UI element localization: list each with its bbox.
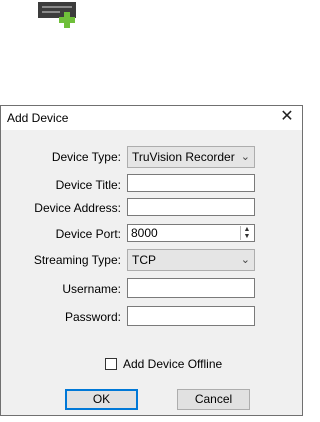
password-label: Password: bbox=[64, 310, 121, 324]
device-type-value: TruVision Recorder bbox=[132, 150, 235, 164]
close-icon[interactable]: ✕ bbox=[272, 106, 302, 130]
port-spinner-icon[interactable]: ▲ ▼ bbox=[240, 226, 253, 240]
username-field[interactable] bbox=[127, 278, 255, 298]
device-port-field[interactable]: 8000 ▲ ▼ bbox=[127, 224, 255, 242]
streaming-type-label: Streaming Type: bbox=[33, 253, 121, 267]
device-title-label: Device Title: bbox=[55, 178, 121, 192]
add-device-icon[interactable] bbox=[38, 0, 80, 28]
ok-button[interactable]: OK bbox=[65, 389, 138, 410]
device-title-field[interactable] bbox=[127, 174, 255, 192]
device-type-select[interactable]: TruVision Recorder ⌄ bbox=[127, 146, 255, 168]
chevron-down-icon: ⌄ bbox=[240, 254, 250, 266]
username-label: Username: bbox=[62, 282, 121, 296]
dialog-title: Add Device bbox=[7, 111, 69, 125]
dialog-titlebar: Add Device ✕ bbox=[1, 106, 302, 130]
device-type-label: Device Type: bbox=[51, 150, 121, 164]
streaming-type-value: TCP bbox=[132, 253, 156, 267]
streaming-type-select[interactable]: TCP ⌄ bbox=[127, 249, 255, 271]
device-port-value: 8000 bbox=[131, 226, 158, 240]
device-address-label: Device Address: bbox=[34, 201, 121, 215]
add-device-dialog: Add Device ✕ Device Type: TruVision Reco… bbox=[0, 105, 303, 416]
add-offline-checkbox[interactable] bbox=[105, 358, 117, 370]
device-port-label: Device Port: bbox=[55, 227, 121, 241]
chevron-down-icon: ⌄ bbox=[240, 151, 250, 163]
device-bar-shape bbox=[38, 2, 76, 18]
plus-icon-horizontal bbox=[59, 17, 75, 23]
cancel-button[interactable]: Cancel bbox=[177, 389, 250, 410]
password-field[interactable] bbox=[127, 306, 255, 326]
device-address-field[interactable] bbox=[127, 198, 255, 216]
device-bar-line bbox=[42, 6, 72, 8]
device-bar-line bbox=[42, 11, 60, 13]
add-offline-label: Add Device Offline bbox=[123, 357, 223, 371]
